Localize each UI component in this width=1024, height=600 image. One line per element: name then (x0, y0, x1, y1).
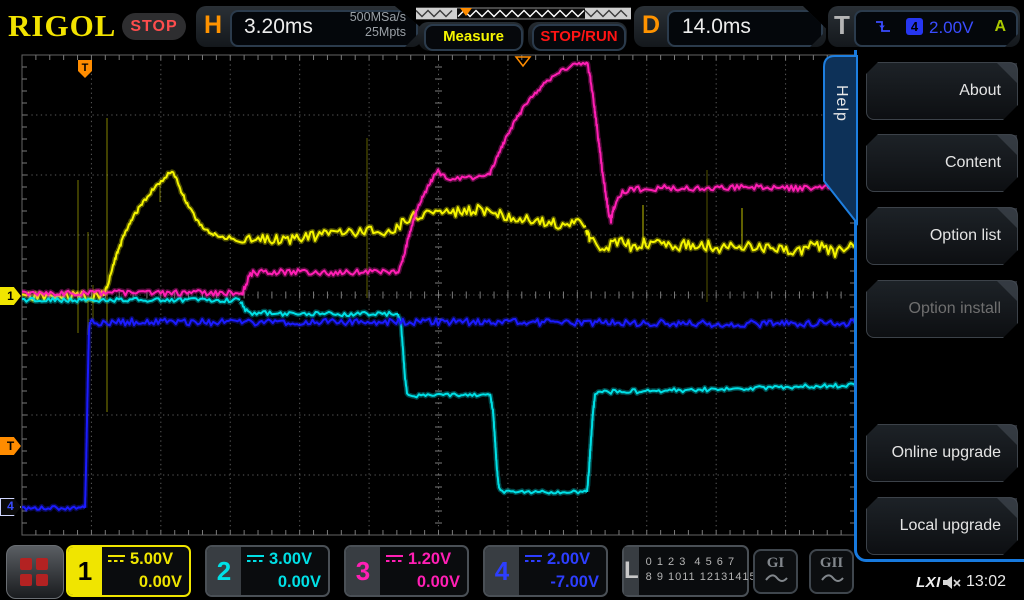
menu-button-about[interactable]: About (866, 62, 1018, 120)
menu-button-online-upgrade[interactable]: Online upgrade (866, 424, 1018, 482)
channel-4-offset: -7.00V (550, 573, 599, 592)
clock: 13:02 (966, 573, 1006, 591)
logic-analyzer-box[interactable]: L 0 1 2 3 4 5 6 78 9 1011 12131415 (622, 545, 749, 597)
oscilloscope-screen: RIGOL STOP H 3.20ms 500MSa/s 25Mpts Meas… (0, 0, 1024, 600)
channel-3-scale: 1.20V (408, 550, 451, 569)
channel-box-3[interactable]: 3 1.20V 0.00V (344, 545, 469, 597)
channel-2-number: 2 (207, 547, 241, 595)
sine-icon (764, 572, 788, 584)
channel-1-number: 1 (68, 547, 102, 595)
channel-1-offset: 0.00V (139, 573, 182, 592)
generator-2-button[interactable]: GII (809, 549, 854, 594)
channel-box-1[interactable]: 1 5.00V 0.00V (66, 545, 191, 597)
channel-1-scale: 5.00V (130, 550, 173, 569)
dc-coupling-icon (247, 555, 264, 565)
grid-icon (20, 558, 32, 570)
channel-4-number: 4 (485, 547, 519, 595)
logic-channel-numbers: 0 1 2 3 4 5 6 78 9 1011 12131415 (639, 547, 757, 595)
lxi-logo: LXI (916, 574, 941, 591)
generator-1-button[interactable]: GI (753, 549, 798, 594)
channel-2-scale: 3.00V (269, 550, 312, 569)
svg-text:T: T (82, 62, 89, 74)
help-tab[interactable] (821, 55, 858, 227)
menu-button-content[interactable]: Content (866, 134, 1018, 192)
dc-coupling-icon (108, 555, 125, 565)
menu-button-local-upgrade[interactable]: Local upgrade (866, 497, 1018, 555)
channel-box-4[interactable]: 4 2.00V -7.00V (483, 545, 608, 597)
channel-2-offset: 0.00V (278, 573, 321, 592)
sine-icon (820, 572, 844, 584)
speaker-muted-icon[interactable] (942, 575, 962, 590)
channel-4-scale: 2.00V (547, 550, 590, 569)
channel-box-2[interactable]: 2 3.00V 0.00V (205, 545, 330, 597)
logic-label: L (624, 547, 639, 595)
dc-coupling-icon (525, 555, 542, 565)
channel-3-number: 3 (346, 547, 380, 595)
menu-button-option-install[interactable]: Option install (866, 280, 1018, 338)
grid-menu-button[interactable] (6, 545, 64, 599)
menu-button-option-list[interactable]: Option list (866, 207, 1018, 265)
channel-3-offset: 0.00V (417, 573, 460, 592)
help-tab-label: Help (832, 85, 850, 109)
dc-coupling-icon (386, 555, 403, 565)
